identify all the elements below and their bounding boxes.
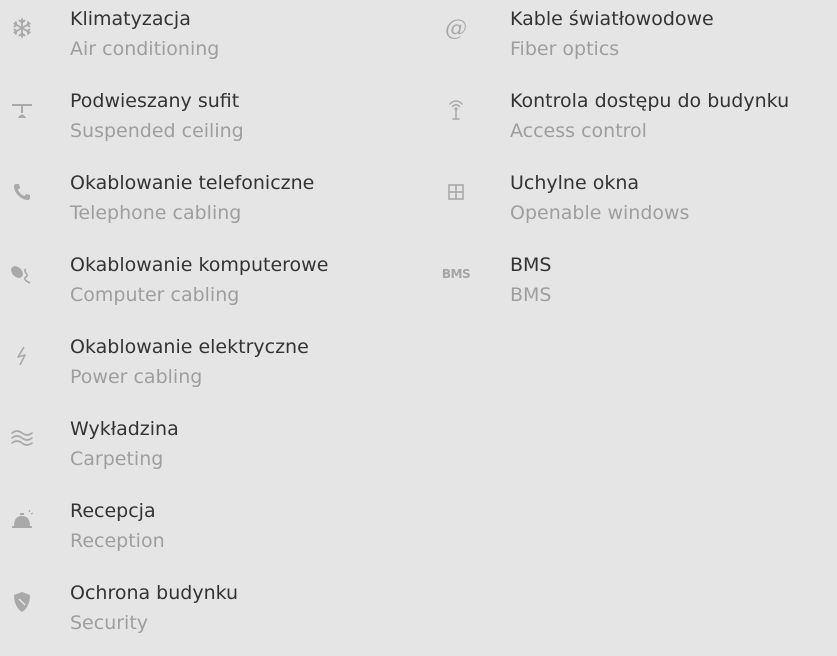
feature-title: Ochrona budynku <box>70 582 239 604</box>
feature-text: Podwieszany sufit Suspended ceiling <box>70 86 244 146</box>
feature-text: Okablowanie komputerowe Computer cabling <box>70 250 328 310</box>
feature-title: Podwieszany sufit <box>70 90 240 112</box>
window-icon <box>442 178 470 206</box>
feature-subtitle: Air conditioning <box>70 38 220 60</box>
feature-subtitle: Telephone cabling <box>70 202 242 224</box>
feature-title: Wykładzina <box>70 418 179 440</box>
feature-title: Kable światłowodowe <box>510 8 714 30</box>
feature-text: Okablowanie telefoniczne Telephone cabli… <box>70 168 314 228</box>
feature-subtitle: Computer cabling <box>70 284 240 306</box>
antenna-icon <box>442 96 470 124</box>
lightning-icon <box>8 342 36 370</box>
features-right-column: @ Kable światłowodowe Fiber optics Kontr… <box>430 0 837 328</box>
feature-text: Klimatyzacja Air conditioning <box>70 4 219 64</box>
feature-subtitle: Power cabling <box>70 366 203 388</box>
feature-subtitle: Reception <box>70 530 165 552</box>
phone-icon <box>8 178 36 206</box>
feature-fiber-optics: @ Kable światłowodowe Fiber optics <box>430 0 837 82</box>
feature-text: Ochrona budynku Security <box>70 578 238 638</box>
feature-carpeting: Wykładzina Carpeting <box>0 410 420 492</box>
feature-subtitle: BMS <box>510 284 552 306</box>
feature-title: Klimatyzacja <box>70 8 191 30</box>
feature-text: Uchylne okna Openable windows <box>510 168 689 228</box>
feature-subtitle: Carpeting <box>70 448 164 470</box>
feature-air-conditioning: Klimatyzacja Air conditioning <box>0 0 420 82</box>
feature-text: Kontrola dostępu do budynku Access contr… <box>510 86 789 146</box>
ceiling-lamp-icon <box>8 96 36 124</box>
feature-title: Okablowanie telefoniczne <box>70 172 315 194</box>
feature-title: BMS <box>510 254 552 276</box>
feature-title: Uchylne okna <box>510 172 640 194</box>
feature-subtitle: Access control <box>510 120 647 142</box>
feature-security: Ochrona budynku Security <box>0 574 420 656</box>
feature-computer-cabling: Okablowanie komputerowe Computer cabling <box>0 246 420 328</box>
feature-title: Kontrola dostępu do budynku <box>510 90 790 112</box>
feature-text: BMS BMS <box>510 250 552 310</box>
feature-title: Okablowanie komputerowe <box>70 254 329 276</box>
snowflake-icon <box>8 14 36 42</box>
service-bell-icon <box>8 506 36 534</box>
feature-power-cabling: Okablowanie elektryczne Power cabling <box>0 328 420 410</box>
feature-text: Recepcja Reception <box>70 496 165 556</box>
feature-title: Okablowanie elektryczne <box>70 336 309 358</box>
feature-subtitle: Security <box>70 612 149 634</box>
feature-text: Okablowanie elektryczne Power cabling <box>70 332 309 392</box>
feature-subtitle: Openable windows <box>510 202 690 224</box>
feature-reception: Recepcja Reception <box>0 492 420 574</box>
features-left-column: Klimatyzacja Air conditioning Podwieszan… <box>0 0 420 656</box>
feature-openable-windows: Uchylne okna Openable windows <box>430 164 837 246</box>
feature-title: Recepcja <box>70 500 156 522</box>
feature-text: Kable światłowodowe Fiber optics <box>510 4 714 64</box>
waves-icon <box>8 424 36 452</box>
feature-telephone-cabling: Okablowanie telefoniczne Telephone cabli… <box>0 164 420 246</box>
at-sign-icon: @ <box>445 15 467 41</box>
shield-icon <box>8 588 36 616</box>
bms-icon: BMS <box>441 267 471 281</box>
feature-bms: BMS BMS BMS <box>430 246 837 328</box>
feature-text: Wykładzina Carpeting <box>70 414 179 474</box>
feature-suspended-ceiling: Podwieszany sufit Suspended ceiling <box>0 82 420 164</box>
feature-access-control: Kontrola dostępu do budynku Access contr… <box>430 82 837 164</box>
mouse-cable-icon <box>8 260 36 288</box>
feature-subtitle: Fiber optics <box>510 38 620 60</box>
feature-subtitle: Suspended ceiling <box>70 120 244 142</box>
